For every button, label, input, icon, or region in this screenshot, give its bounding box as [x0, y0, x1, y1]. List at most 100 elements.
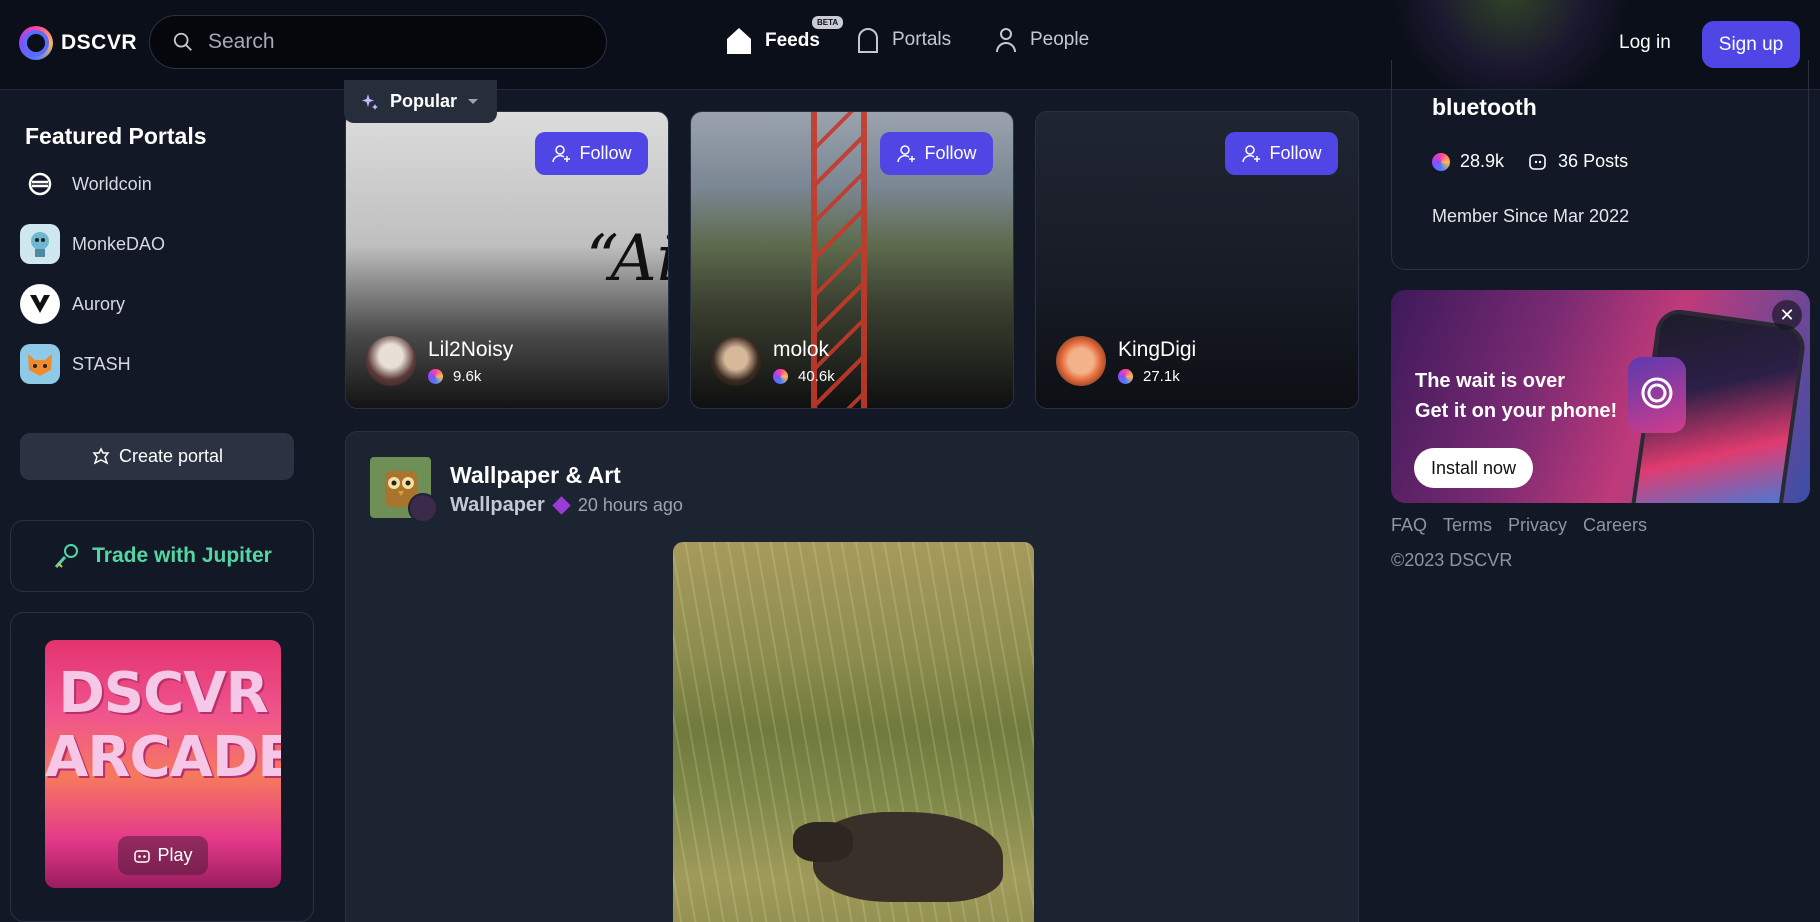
nav-people-label: People — [1030, 29, 1090, 50]
play-label: Play — [157, 845, 193, 865]
arcade-title-line2: ARCADE — [45, 725, 281, 790]
author-avatar[interactable] — [408, 493, 438, 523]
dscvr-points-icon — [428, 368, 443, 384]
card-stat: 27.1k — [1118, 368, 1196, 385]
avatar — [366, 336, 416, 386]
featured-portals-title: Featured Portals — [25, 123, 207, 149]
monkedao-avatar — [20, 224, 60, 264]
card-username: molok — [773, 337, 830, 361]
jupiter-label: Trade with Jupiter — [92, 544, 272, 567]
nav-feeds-label: Feeds — [765, 30, 820, 51]
post-meta: Wallpaper 20 hours ago — [450, 494, 683, 517]
user-plus-icon — [552, 144, 571, 162]
user-card[interactable]: Follow molok 40.6k — [690, 111, 1014, 409]
sparkles-icon — [362, 93, 378, 110]
sidebar-item-label: Worldcoin — [72, 173, 152, 194]
card-stat: 9.6k — [428, 368, 513, 385]
user-card[interactable]: “Ai Follow Lil2Noisy 9.6k — [345, 111, 669, 409]
promo-line2: Get it on your phone! — [1415, 400, 1618, 422]
install-now-button[interactable]: Install now — [1414, 448, 1533, 488]
promo-line1: The wait is over — [1415, 370, 1566, 392]
arcade-play-button[interactable]: Play — [118, 836, 208, 875]
footer-link-privacy[interactable]: Privacy — [1508, 515, 1567, 536]
close-icon[interactable]: ✕ — [1772, 300, 1802, 330]
search-input[interactable] — [208, 30, 568, 54]
diamond-icon — [552, 496, 571, 515]
nav-people[interactable]: People — [994, 26, 1089, 54]
post-card: Wallpaper & Art Wallpaper 20 hours ago — [345, 431, 1359, 922]
user-plus-icon — [1242, 144, 1261, 162]
card-user-info: KingDigi 27.1k — [1056, 336, 1196, 386]
footer-link-terms[interactable]: Terms — [1443, 515, 1492, 536]
dscvr-points-icon — [773, 368, 788, 384]
card-stat-value: 40.6k — [798, 367, 835, 385]
create-portal-button[interactable]: Create portal — [20, 433, 294, 480]
sidebar-item-label: Aurory — [72, 293, 126, 314]
user-icon — [996, 28, 1016, 53]
user-card[interactable]: Follow KingDigi 27.1k — [1035, 111, 1359, 409]
follow-button[interactable]: Follow — [535, 132, 648, 175]
sidebar-item-monkedao[interactable]: MonkeDAO — [20, 224, 165, 264]
brand-name: DSCVR — [61, 31, 138, 54]
card-username: KingDigi — [1118, 337, 1197, 361]
login-button[interactable]: Log in — [1619, 32, 1671, 54]
post-title[interactable]: Wallpaper & Art — [450, 462, 621, 489]
moose-head — [793, 822, 853, 862]
profile-card: bluetooth 28.9k 36 Posts Member Since Ma… — [1391, 60, 1809, 270]
post-timestamp: 20 hours ago — [577, 495, 683, 515]
create-portal-label: Create portal — [118, 446, 224, 466]
logo-link[interactable]: DSCVR — [19, 26, 137, 60]
card-user-info: Lil2Noisy 9.6k — [366, 336, 513, 386]
card-stat-value: 27.1k — [1143, 367, 1180, 385]
member-since: Member Since Mar 2022 — [1432, 206, 1630, 226]
arcade-banner[interactable]: DSCVR ARCADE Play — [45, 640, 281, 888]
profile-name[interactable]: bluetooth — [1432, 94, 1537, 121]
follow-button[interactable]: Follow — [880, 132, 993, 175]
beta-badge: BETA — [812, 16, 844, 29]
posts-icon — [1529, 153, 1546, 170]
app-promo-banner: ✕ The wait is over Get it on your phone!… — [1391, 290, 1810, 503]
jupiter-trade-button[interactable]: Trade with Jupiter — [10, 520, 314, 592]
search-icon — [173, 32, 192, 51]
profile-followers: 28.9k — [1460, 151, 1505, 171]
nav-portals[interactable]: Portals — [856, 26, 951, 54]
banner-art: “Ai — [586, 222, 669, 296]
profile-stats: 28.9k 36 Posts — [1432, 151, 1628, 172]
dscvr-logo-icon — [19, 26, 53, 60]
card-stat: 40.6k — [773, 368, 835, 385]
arcade-title: DSCVR ARCADE — [45, 662, 281, 790]
follow-button[interactable]: Follow — [1225, 132, 1338, 175]
worldcoin-icon — [20, 164, 60, 204]
app-icon — [1628, 357, 1686, 433]
robot-icon — [134, 849, 151, 863]
post-image[interactable] — [673, 542, 1034, 922]
sidebar-item-aurory[interactable]: Aurory — [20, 284, 125, 324]
footer-link-careers[interactable]: Careers — [1583, 515, 1647, 536]
sidebar-item-label: MonkeDAO — [72, 233, 166, 254]
copyright: ©2023 DSCVR — [1391, 550, 1513, 570]
nav-portals-label: Portals — [892, 29, 952, 50]
sidebar-item-stash[interactable]: STASH — [20, 344, 131, 384]
dscvr-points-icon — [1118, 368, 1133, 384]
search-bar[interactable] — [149, 15, 607, 69]
footer-links: FAQ Terms Privacy Careers — [1391, 515, 1647, 536]
jupiter-icon — [55, 544, 79, 569]
popular-sort-dropdown[interactable]: Popular — [344, 80, 497, 123]
avatar — [711, 336, 761, 386]
dscvr-points-icon — [1432, 152, 1450, 171]
sidebar-item-worldcoin[interactable]: Worldcoin — [20, 164, 152, 204]
card-username: Lil2Noisy — [428, 337, 514, 361]
home-icon — [727, 28, 751, 54]
sidebar-item-label: STASH — [72, 353, 131, 374]
arcade-title-line1: DSCVR — [58, 661, 268, 726]
user-plus-icon — [897, 144, 916, 162]
aurory-avatar — [20, 284, 60, 324]
stash-avatar — [20, 344, 60, 384]
nav-feeds[interactable]: Feeds — [725, 26, 820, 56]
footer-link-faq[interactable]: FAQ — [1391, 515, 1427, 536]
card-stat-value: 9.6k — [453, 367, 482, 385]
arcade-card: DSCVR ARCADE Play — [10, 612, 314, 922]
post-portal-link[interactable]: Wallpaper — [450, 494, 545, 517]
avatar — [1056, 336, 1106, 386]
sparkle-badge-icon — [92, 446, 110, 464]
